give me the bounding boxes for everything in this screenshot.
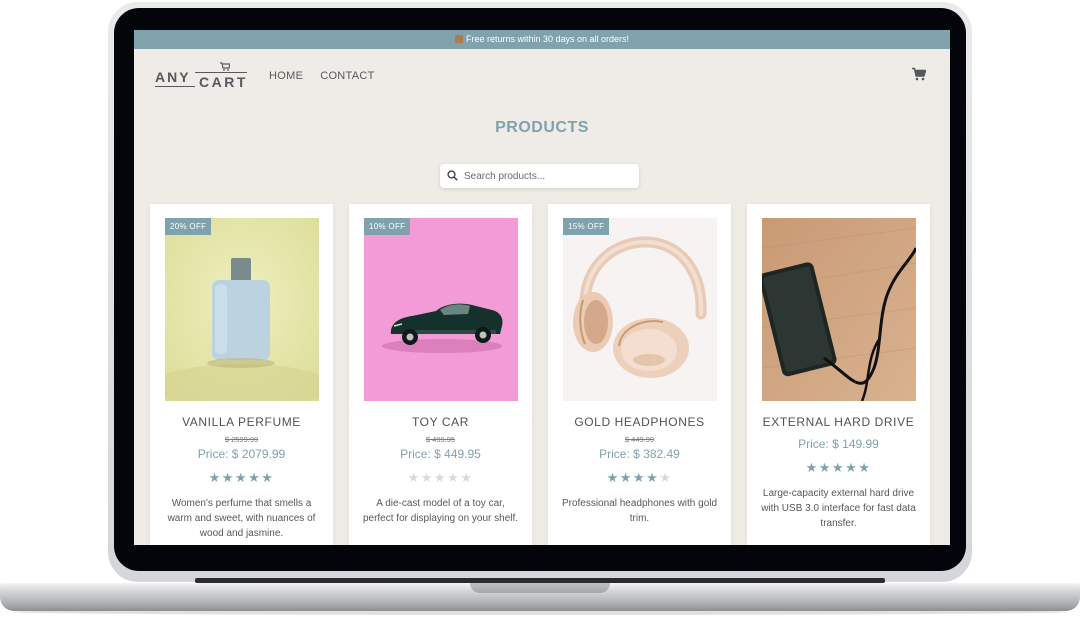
product-name[interactable]: VANILLA PERFUME: [150, 415, 333, 429]
star-icon: ★: [659, 470, 673, 485]
star-rating: ★★★★★: [747, 460, 930, 476]
star-icon: ★: [433, 470, 448, 485]
product-description: A die-cast model of a toy car, perfect f…: [362, 498, 519, 524]
announcement-text: Free returns within 30 days on all order…: [465, 34, 630, 44]
logo[interactable]: ANY CART: [155, 60, 247, 90]
nav-contact[interactable]: CONTACT: [320, 70, 374, 82]
star-icon: ★: [632, 470, 647, 485]
product-card[interactable]: 15% OFF GOLD HEADPHONES $ 449.99 Price: …: [548, 204, 731, 545]
product-price: Price: $ 2079.99: [197, 447, 286, 461]
star-icon: ★: [407, 470, 421, 485]
product-name[interactable]: EXTERNAL HARD DRIVE: [747, 415, 930, 429]
product-price: Price: $ 382.49: [599, 447, 680, 461]
logo-word-any: ANY: [155, 69, 191, 85]
browser-viewport: Free returns within 30 days on all order…: [134, 30, 950, 545]
star-rating: ★★★★★: [150, 470, 333, 486]
star-icon: ★: [858, 460, 872, 475]
star-icon: ★: [831, 460, 846, 475]
main-nav: HOME CONTACT: [269, 70, 375, 82]
star-icon: ★: [818, 460, 832, 475]
nav-home[interactable]: HOME: [269, 70, 303, 82]
shopping-cart-icon[interactable]: [912, 67, 926, 81]
original-price: $ 499.95: [425, 435, 456, 444]
product-price: Price: $ 149.99: [798, 437, 879, 451]
search-input[interactable]: [464, 167, 632, 185]
star-icon: ★: [261, 470, 275, 485]
product-card[interactable]: 20% OFF VANILLA PERFUME $ 2599.99 Price:…: [150, 204, 333, 545]
product-image-toy-car[interactable]: 10% OFF: [364, 218, 518, 401]
discount-badge: 20% OFF: [165, 218, 212, 235]
product-image-hard-drive[interactable]: [762, 218, 916, 401]
star-icon: ★: [420, 470, 434, 485]
announcement-bar: Free returns within 30 days on all order…: [134, 30, 950, 49]
star-icon: ★: [845, 460, 859, 475]
star-icon: ★: [646, 470, 660, 485]
original-price: $ 2599.99: [224, 435, 259, 444]
product-image-perfume[interactable]: 20% OFF: [165, 218, 319, 401]
star-rating: ★★★★★: [548, 470, 731, 486]
star-icon: ★: [460, 470, 474, 485]
product-description: Women's perfume that smells a warm and s…: [167, 498, 316, 539]
product-card[interactable]: EXTERNAL HARD DRIVE Price: $ 149.99 ★★★★…: [747, 204, 930, 545]
discount-badge: 10% OFF: [364, 218, 411, 235]
logo-cart-icon: [220, 62, 230, 71]
product-grid: 20% OFF VANILLA PERFUME $ 2599.99 Price:…: [150, 204, 930, 545]
product-image-headphones[interactable]: 15% OFF: [563, 218, 717, 401]
laptop-notch: [470, 583, 610, 593]
product-description: Professional headphones with gold trim.: [561, 498, 718, 524]
page-title: PRODUCTS: [495, 119, 589, 136]
search-icon: [447, 170, 458, 181]
product-name[interactable]: TOY CAR: [349, 415, 532, 429]
star-icon: ★: [208, 470, 222, 485]
star-icon: ★: [221, 470, 235, 485]
search-box[interactable]: [440, 164, 639, 188]
product-name[interactable]: GOLD HEADPHONES: [548, 415, 731, 429]
product-description: Large-capacity external hard drive with …: [761, 488, 916, 529]
star-icon: ★: [234, 470, 249, 485]
star-icon: ★: [619, 470, 633, 485]
star-icon: ★: [606, 470, 620, 485]
star-rating: ★★★★★: [349, 470, 532, 486]
box-icon: [454, 35, 463, 43]
product-price: Price: $ 449.95: [400, 447, 481, 461]
discount-badge: 15% OFF: [563, 218, 610, 235]
star-icon: ★: [248, 470, 262, 485]
site-header: ANY CART HOME CONTACT: [134, 49, 950, 103]
star-icon: ★: [447, 470, 461, 485]
logo-word-cart: CART: [199, 74, 248, 90]
product-card[interactable]: 10% OFF TOY CAR $ 499.95 Price: $ 449.95…: [349, 204, 532, 545]
star-icon: ★: [805, 460, 819, 475]
original-price: $ 449.99: [624, 435, 655, 444]
